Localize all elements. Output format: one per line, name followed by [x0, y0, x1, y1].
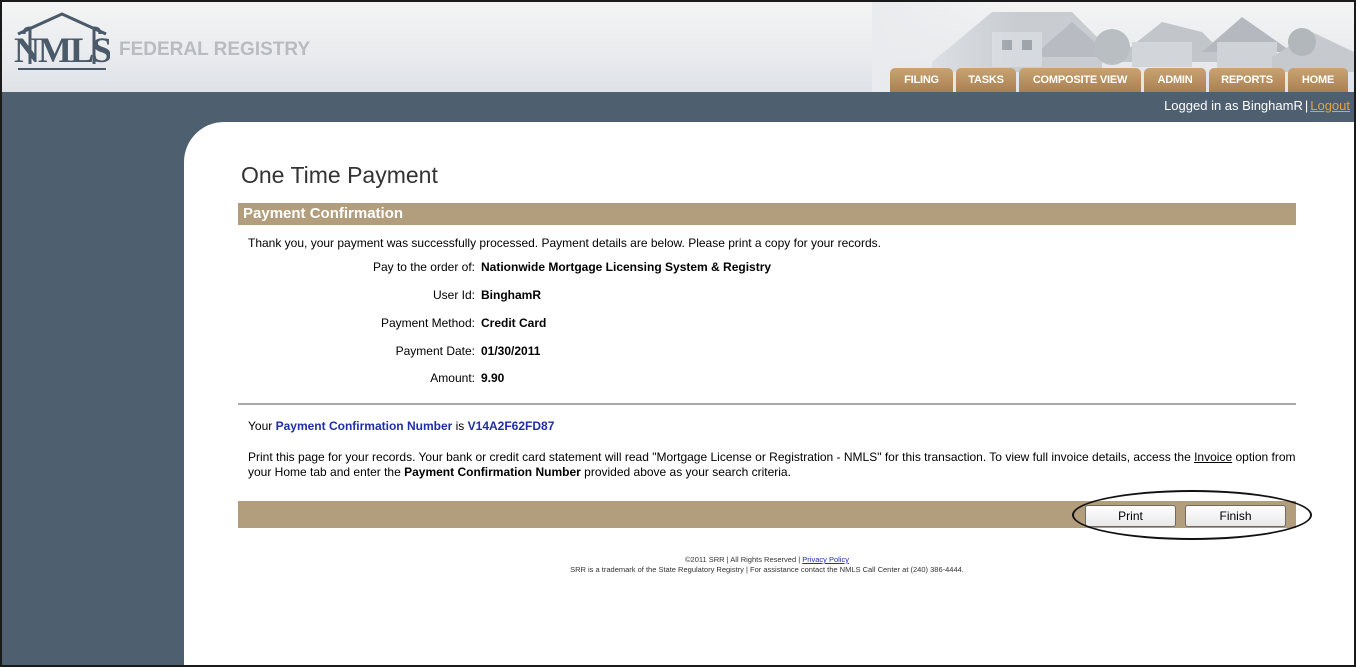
- amount-label: Amount:: [430, 371, 475, 385]
- footer-copyright-text: ©2011 SRR | All Rights Reserved |: [685, 555, 801, 564]
- payment-method-label: Payment Method:: [380, 316, 475, 330]
- main-nav-tabs: FILING TASKS COMPOSITE VIEW ADMIN REPORT…: [890, 68, 1348, 92]
- header-banner: NMLS FEDERAL REGISTRY FILING TASKS COMPO…: [2, 2, 1354, 92]
- footer-trademark: SRR is a trademark of the State Regulato…: [570, 565, 964, 574]
- user-id-value: BinghamR: [481, 288, 541, 302]
- tab-admin[interactable]: ADMIN: [1144, 68, 1206, 92]
- pay-to-value: Nationwide Mortgage Licensing System & R…: [481, 260, 772, 274]
- left-side-panel: [2, 122, 184, 665]
- print-note: Print this page for your records. Your b…: [248, 450, 1298, 480]
- payment-method-value: Credit Card: [481, 316, 547, 330]
- payment-date-value: 01/30/2011: [481, 344, 541, 358]
- intro-text: Thank you, your payment was successfully…: [248, 236, 881, 250]
- session-separator: |: [1304, 98, 1309, 113]
- svg-text:NMLS: NMLS: [14, 30, 110, 70]
- confirmation-prefix: Your: [248, 419, 273, 433]
- privacy-policy-link[interactable]: Privacy Policy: [802, 555, 849, 564]
- pay-to-label: Pay to the order of:: [372, 260, 475, 274]
- confirmation-line: Your Payment Confirmation Number is V14A…: [248, 419, 554, 433]
- payment-date-label: Payment Date:: [395, 344, 475, 358]
- section-title: Payment Confirmation: [243, 205, 404, 222]
- footer-copyright: ©2011 SRR | All Rights Reserved | Privac…: [238, 555, 1296, 564]
- tab-reports[interactable]: REPORTS: [1209, 68, 1285, 92]
- page-title: One Time Payment: [241, 162, 438, 188]
- highlight-oval: [1072, 490, 1312, 540]
- section-divider: [238, 403, 1296, 405]
- logged-in-text: Logged in as BinghamR: [1164, 98, 1303, 113]
- brand-title: FEDERAL REGISTRY: [119, 39, 311, 60]
- tab-home[interactable]: HOME: [1288, 68, 1348, 92]
- logout-link[interactable]: Logout: [1310, 98, 1350, 113]
- confirmation-number: V14A2F62FD87: [467, 419, 555, 433]
- application-window: NMLS FEDERAL REGISTRY FILING TASKS COMPO…: [0, 0, 1356, 667]
- note-part3: provided above as your search criteria.: [584, 465, 791, 479]
- confirmation-is: is: [455, 419, 465, 433]
- user-id-label: User Id:: [432, 288, 475, 302]
- tab-filing[interactable]: FILING: [890, 68, 953, 92]
- invoice-link[interactable]: Invoice: [1194, 450, 1232, 464]
- tab-composite-view[interactable]: COMPOSITE VIEW: [1019, 68, 1141, 92]
- confirmation-label: Payment Confirmation Number: [275, 419, 453, 433]
- note-bold: Payment Confirmation Number: [404, 465, 581, 479]
- note-part1: Print this page for your records. Your b…: [248, 450, 1191, 464]
- tab-tasks[interactable]: TASKS: [956, 68, 1016, 92]
- amount-value: 9.90: [481, 371, 505, 385]
- nmls-logo[interactable]: NMLS: [14, 12, 110, 72]
- content-corner: [184, 122, 224, 162]
- session-info: Logged in as BinghamR | Logout: [1164, 98, 1350, 113]
- top-nav-bar: [2, 92, 1354, 122]
